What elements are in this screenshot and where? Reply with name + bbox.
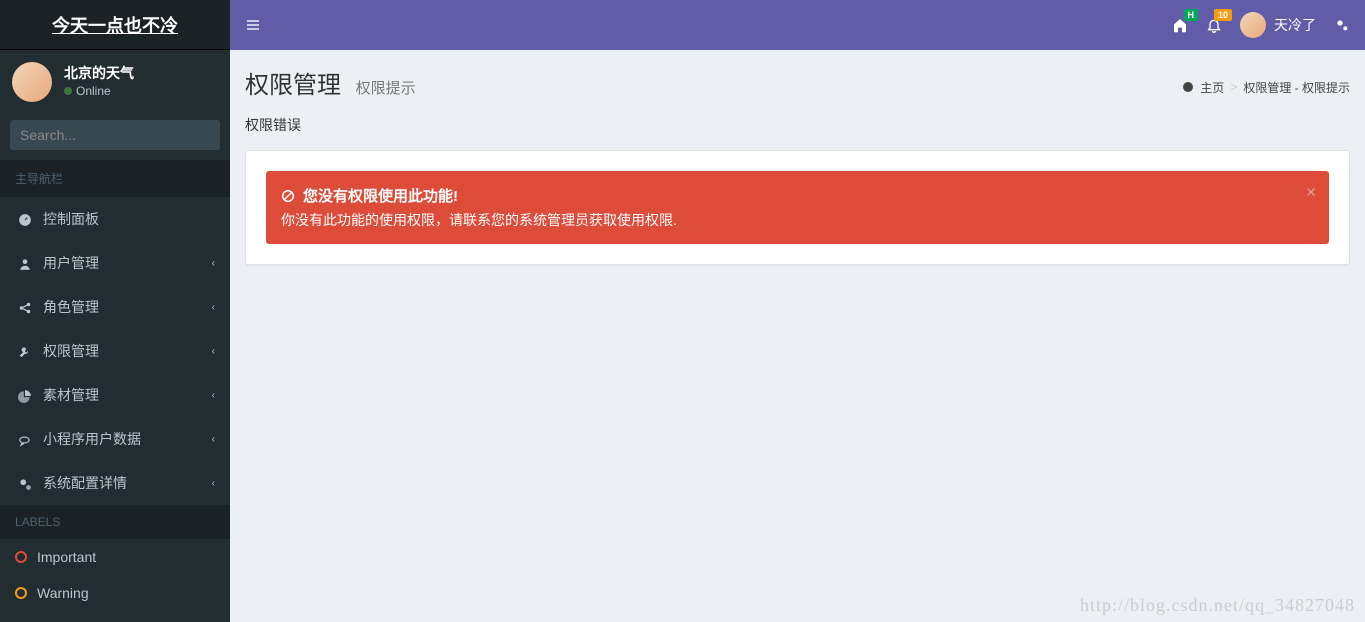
logo[interactable]: 今天一点也不冷 (0, 0, 230, 50)
breadcrumb-home[interactable]: 主页 (1200, 79, 1224, 96)
status-dot-icon (64, 87, 72, 95)
label-text: Important (37, 549, 96, 565)
breadcrumb: 主页 > 权限管理 - 权限提示 (1182, 79, 1350, 96)
user-menu[interactable]: 天冷了 (1240, 12, 1316, 38)
chat-icon (15, 431, 35, 447)
user-panel: 北京的天气 Online (0, 50, 230, 110)
dashboard-icon (15, 211, 35, 227)
labels-header: LABELS (0, 505, 230, 539)
sidebar-item-miniapp[interactable]: 小程序用户数据 ‹ (0, 417, 230, 461)
user-status-text: Online (76, 84, 111, 98)
sidebar-item-label: 角色管理 (43, 297, 99, 317)
dashboard-icon (1182, 81, 1194, 93)
sidebar-item-users[interactable]: 用户管理 ‹ (0, 241, 230, 285)
avatar[interactable] (12, 62, 52, 102)
alert-body: 你没有此功能的使用权限，请联系您的系统管理员获取使用权限. (281, 210, 1294, 230)
chevron-left-icon: ‹ (212, 478, 215, 489)
chevron-left-icon: ‹ (212, 390, 215, 401)
search-input[interactable] (10, 120, 211, 150)
sidebar-item-materials[interactable]: 素材管理 ‹ (0, 373, 230, 417)
home-button[interactable]: H (1172, 17, 1188, 33)
content-box: 您没有权限使用此功能! 你没有此功能的使用权限，请联系您的系统管理员获取使用权限… (245, 150, 1350, 265)
pie-chart-icon (15, 387, 35, 403)
user-name: 北京的天气 (64, 64, 134, 84)
breadcrumb-current: 权限管理 - 权限提示 (1243, 79, 1350, 96)
nav-header: 主导航栏 (0, 160, 230, 197)
label-warning[interactable]: Warning (0, 575, 230, 611)
hamburger-icon (245, 17, 261, 33)
wrench-icon (15, 343, 35, 359)
sidebar-item-permissions[interactable]: 权限管理 ‹ (0, 329, 230, 373)
sidebar-item-roles[interactable]: 角色管理 ‹ (0, 285, 230, 329)
sidebar-item-label: 系统配置详情 (43, 473, 127, 493)
page-subtitle: 权限提示 (356, 80, 416, 97)
sidebar: 今天一点也不冷 北京的天气 Online 主导航栏 控制面板 用户管理 ‹ 角色… (0, 0, 230, 622)
page-title-text: 权限管理 (245, 72, 341, 99)
sidebar-item-label: 小程序用户数据 (43, 429, 141, 449)
label-important[interactable]: Important (0, 539, 230, 575)
sidebar-item-label: 权限管理 (43, 341, 99, 361)
breadcrumb-separator: > (1230, 80, 1237, 94)
close-icon (1305, 186, 1317, 198)
circle-yellow-icon (15, 587, 27, 599)
gears-icon (1334, 17, 1350, 33)
top-username: 天冷了 (1274, 15, 1316, 35)
content: 权限错误 您没有权限使用此功能! 你没有此功能的使用权限，请联系您的系统管理员获… (230, 100, 1365, 280)
home-badge: H (1184, 9, 1199, 21)
sidebar-item-dashboard[interactable]: 控制面板 (0, 197, 230, 241)
chevron-left-icon: ‹ (212, 346, 215, 357)
avatar (1240, 12, 1266, 38)
label-text: Warning (37, 585, 89, 601)
circle-red-icon (15, 551, 27, 563)
chevron-left-icon: ‹ (212, 258, 215, 269)
close-button[interactable] (1305, 181, 1317, 202)
sidebar-item-config[interactable]: 系统配置详情 ‹ (0, 461, 230, 505)
page-title: 权限管理 权限提示 (245, 65, 416, 100)
chevron-left-icon: ‹ (212, 302, 215, 313)
content-header: 权限管理 权限提示 主页 > 权限管理 - 权限提示 (230, 50, 1365, 100)
sidebar-item-label: 用户管理 (43, 253, 99, 273)
user-icon (15, 255, 35, 271)
sidebar-item-label: 控制面板 (43, 209, 99, 229)
alert-title-text: 您没有权限使用此功能! (303, 185, 458, 206)
section-title: 权限错误 (245, 115, 1350, 135)
settings-button[interactable] (1334, 17, 1350, 33)
sidebar-item-label: 素材管理 (43, 385, 99, 405)
search-button[interactable] (211, 120, 220, 150)
bell-badge: 10 (1214, 9, 1232, 21)
notifications-button[interactable]: 10 (1206, 17, 1222, 33)
alert-title: 您没有权限使用此功能! (281, 185, 1294, 206)
search-form (0, 110, 230, 160)
share-icon (15, 299, 35, 315)
user-status: Online (64, 83, 134, 100)
ban-icon (281, 189, 295, 203)
alert-danger: 您没有权限使用此功能! 你没有此功能的使用权限，请联系您的系统管理员获取使用权限… (266, 171, 1329, 244)
topbar: H 10 天冷了 (230, 0, 1365, 50)
chevron-left-icon: ‹ (212, 434, 215, 445)
cogs-icon (15, 475, 35, 491)
main: H 10 天冷了 权限管理 权限提示 主页 > 权限管理 - 权限提示 (230, 0, 1365, 622)
hamburger-button[interactable] (245, 16, 261, 34)
